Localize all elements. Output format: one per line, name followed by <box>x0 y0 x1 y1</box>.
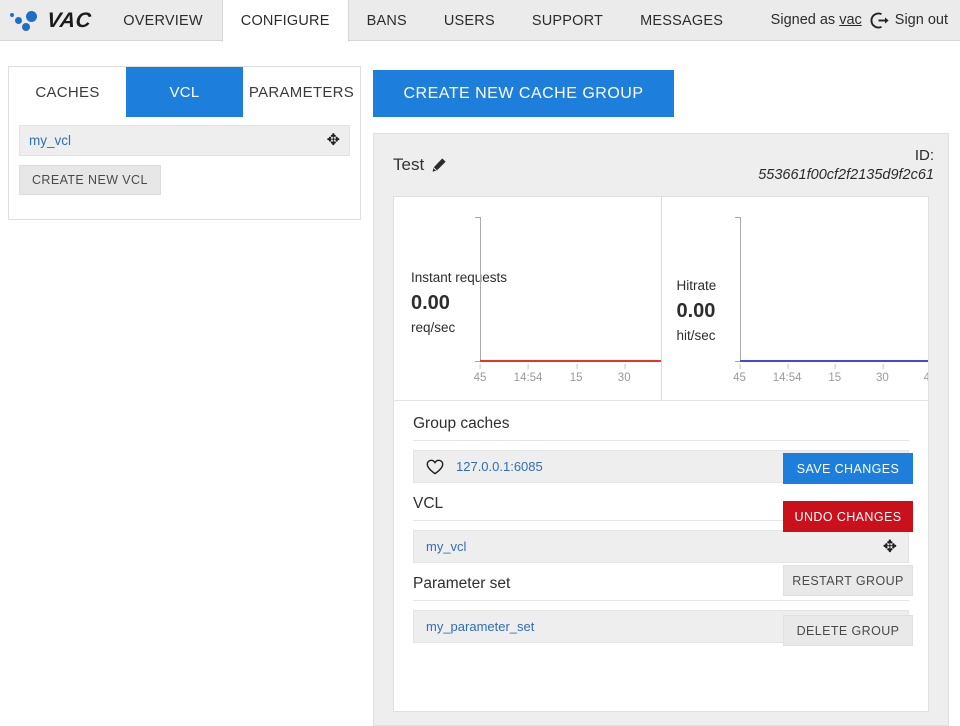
brand-logo[interactable]: VAC <box>0 0 105 41</box>
nav-user-area: Signed as vac Sign out <box>771 0 960 40</box>
group-action-buttons: SAVE CHANGES UNDO CHANGES RESTART GROUP … <box>783 453 913 646</box>
cache-group-title: Test <box>393 155 447 175</box>
vcl-list-item[interactable]: my_vcl ✥ <box>19 125 350 156</box>
cache-group-header: Test ID: 553661f00cf2f2135d9f2c61 <box>374 134 948 196</box>
x-tick: 45 <box>474 372 487 384</box>
x-tick: 45 <box>924 372 928 384</box>
nav-item-support[interactable]: SUPPORT <box>514 0 622 41</box>
left-config-panel: CACHES VCL PARAMETERS my_vcl ✥ CREATE NE… <box>8 66 361 220</box>
chart-hitrate-title: Hitrate <box>677 278 717 293</box>
group-vcl-name: my_vcl <box>426 539 466 554</box>
chart-instant-requests: Instant requests 0.00 req/sec 45 14:54 1… <box>394 197 661 400</box>
restart-group-button[interactable]: RESTART GROUP <box>783 565 913 596</box>
signed-as-text: Signed as vac <box>771 12 862 28</box>
vcl-list-item-label: my_vcl <box>29 133 71 148</box>
chart-hitrate-legend: Hitrate 0.00 hit/sec <box>677 277 717 345</box>
x-axis-ticks-requests: 45 14:54 15 30 45 1 <box>480 364 661 390</box>
delete-group-button[interactable]: DELETE GROUP <box>783 615 913 646</box>
chart-instant-requests-unit: req/sec <box>411 320 455 335</box>
cache-group-id: ID: 553661f00cf2f2135d9f2c61 <box>758 146 934 184</box>
series-line-hitrate <box>740 360 929 362</box>
signed-as-prefix: Signed as <box>771 12 840 28</box>
nav-item-messages[interactable]: MESSAGES <box>622 0 742 41</box>
x-tick: 14:54 <box>514 372 543 384</box>
sign-out-button[interactable]: Sign out <box>870 11 948 30</box>
sign-out-label: Sign out <box>895 12 948 28</box>
vcl-tab-body: my_vcl ✥ CREATE NEW VCL <box>9 117 360 205</box>
main-nav: OVERVIEW CONFIGURE BANS USERS SUPPORT ME… <box>105 0 742 40</box>
cache-group-id-label: ID: <box>915 147 934 164</box>
signed-as-username[interactable]: vac <box>839 12 862 28</box>
heart-icon <box>426 459 444 475</box>
chart-instant-requests-plot: 45 14:54 15 30 45 1 <box>480 217 661 362</box>
x-tick: 15 <box>828 372 841 384</box>
tab-parameters[interactable]: PARAMETERS <box>243 67 360 117</box>
config-tabs: CACHES VCL PARAMETERS <box>9 67 360 117</box>
move-handle-icon[interactable]: ✥ <box>327 133 340 149</box>
y-axis <box>740 217 741 362</box>
group-parameter-set-name: my_parameter_set <box>426 619 534 634</box>
x-tick: 15 <box>570 372 583 384</box>
chart-hitrate-plot: 45 14:54 15 30 45 <box>740 217 929 362</box>
stats-charts: Instant requests 0.00 req/sec 45 14:54 1… <box>394 197 928 401</box>
vac-dots-logo-icon <box>10 10 40 32</box>
nav-item-users[interactable]: USERS <box>426 0 514 41</box>
cache-group-id-value: 553661f00cf2f2135d9f2c61 <box>758 166 934 184</box>
nav-item-overview[interactable]: OVERVIEW <box>105 0 222 41</box>
x-tick: 45 <box>733 372 746 384</box>
undo-changes-button[interactable]: UNDO CHANGES <box>783 501 913 532</box>
tab-caches[interactable]: CACHES <box>9 67 126 117</box>
y-axis <box>480 217 481 362</box>
chart-hitrate-unit: hit/sec <box>677 328 716 343</box>
chart-hitrate-value: 0.00 <box>677 298 717 325</box>
save-changes-button[interactable]: SAVE CHANGES <box>783 453 913 484</box>
chart-hitrate: Hitrate 0.00 hit/sec 45 14:54 15 30 45 <box>661 197 929 400</box>
nav-item-configure[interactable]: CONFIGURE <box>222 0 349 42</box>
cache-group-name: Test <box>393 155 424 175</box>
top-navbar: VAC OVERVIEW CONFIGURE BANS USERS SUPPOR… <box>0 0 960 41</box>
series-line-requests <box>480 360 661 362</box>
x-tick: 30 <box>618 372 631 384</box>
sign-out-icon <box>870 11 889 30</box>
group-cache-address: 127.0.0.1:6085 <box>456 459 543 474</box>
brand-name: VAC <box>46 9 93 33</box>
pencil-icon[interactable] <box>431 157 447 173</box>
create-new-vcl-button[interactable]: CREATE NEW VCL <box>19 165 161 195</box>
tab-vcl[interactable]: VCL <box>126 67 243 117</box>
group-caches-heading: Group caches <box>413 415 909 441</box>
x-axis-ticks-hitrate: 45 14:54 15 30 45 <box>740 364 929 390</box>
x-tick: 14:54 <box>773 372 802 384</box>
nav-item-bans[interactable]: BANS <box>349 0 426 41</box>
x-tick: 30 <box>876 372 889 384</box>
create-new-cache-group-button[interactable]: CREATE NEW CACHE GROUP <box>373 70 674 117</box>
